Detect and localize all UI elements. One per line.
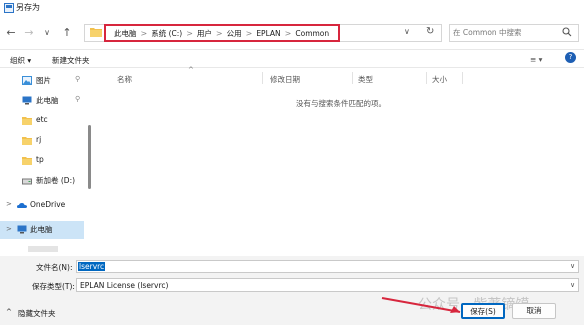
filetype-value: EPLAN License (lservrc) <box>80 281 169 290</box>
breadcrumb-eplan[interactable]: EPLAN <box>256 29 280 38</box>
column-header-type[interactable]: 类型 <box>358 74 373 85</box>
filetype-dropdown-icon[interactable]: ∨ <box>570 281 575 289</box>
sort-arrow-icon: ^ <box>188 66 194 74</box>
column-divider[interactable] <box>352 72 353 84</box>
save-button[interactable]: 保存(S) <box>461 303 505 319</box>
folder-icon <box>22 137 32 145</box>
sidebar-item-label: 图片 <box>36 76 51 85</box>
forward-button[interactable]: → <box>22 26 36 40</box>
breadcrumb-common[interactable]: Common <box>295 29 329 38</box>
breadcrumb-separator: > <box>140 28 148 38</box>
annotation-arrow-icon <box>381 297 461 313</box>
view-options-button[interactable]: ≡ ▾ <box>530 55 542 64</box>
pin-icon: ⚲ <box>75 95 81 103</box>
sidebar-item-label: rj <box>36 135 42 144</box>
pin-icon: ⚲ <box>75 75 81 83</box>
column-divider[interactable] <box>462 72 463 84</box>
onedrive-icon <box>17 203 27 208</box>
drive-icon <box>22 178 32 185</box>
pictures-icon <box>22 76 32 85</box>
collapse-chevron-icon[interactable]: ^ <box>6 308 12 316</box>
filename-label: 文件名(N): <box>36 263 73 272</box>
sidebar-item-label: OneDrive <box>30 200 66 209</box>
sidebar-item-label: 新加卷 (D:) <box>36 176 76 185</box>
recent-locations-button[interactable]: ∨ <box>40 26 54 40</box>
column-header-modified[interactable]: 修改日期 <box>270 74 300 85</box>
help-button[interactable]: ? <box>565 52 576 63</box>
computer-icon <box>17 225 27 234</box>
column-header-name[interactable]: 名称 <box>117 74 132 85</box>
breadcrumb-separator: > <box>215 28 223 38</box>
column-divider[interactable] <box>262 72 263 84</box>
address-dropdown-icon[interactable]: ∨ <box>404 27 410 36</box>
breadcrumb-separator: > <box>186 28 193 38</box>
filename-value[interactable]: lservrc <box>78 262 106 271</box>
organize-button[interactable]: 组织 ▾ <box>10 55 31 66</box>
folder-icon <box>90 28 102 37</box>
filename-field[interactable] <box>76 260 579 273</box>
breadcrumb-public[interactable]: 公用 <box>227 28 242 39</box>
refresh-icon[interactable]: ↻ <box>426 26 434 37</box>
cancel-button[interactable]: 取消 <box>512 303 556 319</box>
filetype-label: 保存类型(T): <box>32 282 75 291</box>
new-folder-button[interactable]: 新建文件夹 <box>52 55 90 66</box>
search-placeholder: 在 Common 中搜索 <box>453 28 522 37</box>
sidebar-item-label: etc <box>36 115 48 124</box>
back-button[interactable]: ← <box>4 26 18 40</box>
sidebar-item-rj[interactable] <box>0 132 88 150</box>
breadcrumb-separator: > <box>284 28 292 38</box>
window-title: 另存为 <box>16 3 40 12</box>
expand-chevron-icon[interactable]: > <box>6 200 12 208</box>
empty-message: 没有与搜索条件匹配的项。 <box>296 99 386 108</box>
title-bar <box>0 0 584 16</box>
sidebar-item-label: 此电脑 <box>36 96 59 105</box>
save-dialog-icon <box>4 3 14 13</box>
sidebar-scrollbar[interactable] <box>88 125 91 189</box>
sidebar-item-tp[interactable] <box>0 152 88 170</box>
breadcrumb-this-pc[interactable]: 此电脑 <box>114 28 137 39</box>
breadcrumb-system-drive[interactable]: 系统 (C:) <box>151 28 182 39</box>
filename-dropdown-icon[interactable]: ∨ <box>570 262 575 270</box>
toolbar-divider <box>0 49 584 50</box>
column-header-size[interactable]: 大小 <box>432 74 447 85</box>
sidebar-item-label: 此电脑 <box>30 225 53 234</box>
breadcrumb-separator: > <box>245 28 253 38</box>
hide-folders-button[interactable]: 隐藏文件夹 <box>18 308 56 319</box>
search-icon <box>562 27 572 37</box>
sidebar-item-label: tp <box>36 155 44 164</box>
breadcrumb-users[interactable]: 用户 <box>197 28 212 39</box>
breadcrumb: 此电脑 > 系统 (C:) > 用户 > 公用 > EPLAN > Common <box>104 24 340 42</box>
up-button[interactable]: ↑ <box>60 26 74 40</box>
computer-icon <box>22 96 32 105</box>
sidebar-item-partial <box>28 246 58 252</box>
folder-icon <box>22 117 32 125</box>
expand-chevron-icon[interactable]: > <box>6 225 12 233</box>
folder-icon <box>22 157 32 165</box>
column-divider[interactable] <box>426 72 427 84</box>
